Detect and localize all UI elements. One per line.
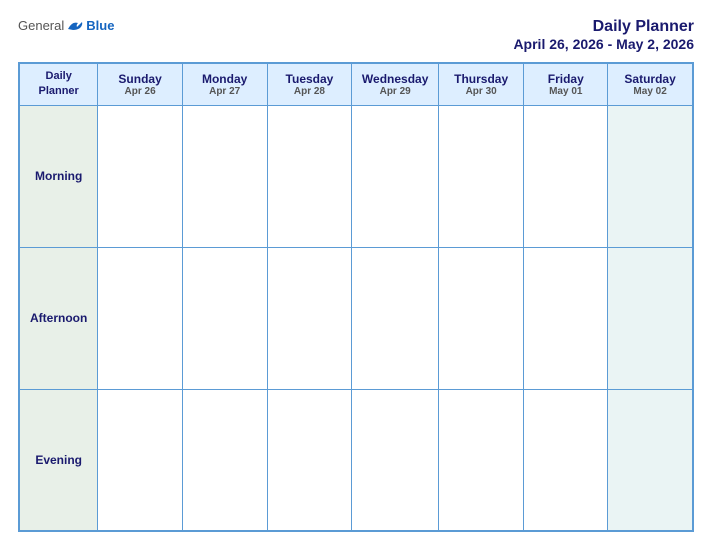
evening-wednesday[interactable] [352,389,439,531]
page-title: Daily Planner [513,18,694,36]
logo-bird-icon [66,19,84,33]
evening-friday[interactable] [524,389,608,531]
header-friday: Friday May 01 [524,63,608,105]
day-date-tuesday: Apr 28 [270,86,350,97]
afternoon-wednesday[interactable] [352,247,439,389]
day-date-sunday: Apr 26 [100,86,180,97]
afternoon-thursday[interactable] [438,247,523,389]
morning-friday[interactable] [524,105,608,247]
header-saturday: Saturday May 02 [608,63,693,105]
day-name-sunday: Sunday [100,72,180,86]
evening-tuesday[interactable] [267,389,352,531]
morning-row: Morning [19,105,693,247]
evening-label: Evening [19,389,98,531]
logo: General Blue [18,18,114,33]
calendar-table: DailyPlanner Sunday Apr 26 Monday Apr 27… [18,62,694,532]
afternoon-row: Afternoon [19,247,693,389]
header-daily-planner: DailyPlanner [19,63,98,105]
afternoon-saturday[interactable] [608,247,693,389]
day-date-wednesday: Apr 29 [354,86,436,97]
day-name-monday: Monday [185,72,265,86]
afternoon-tuesday[interactable] [267,247,352,389]
afternoon-monday[interactable] [182,247,267,389]
header-sunday: Sunday Apr 26 [98,63,183,105]
afternoon-sunday[interactable] [98,247,183,389]
morning-thursday[interactable] [438,105,523,247]
header-thursday: Thursday Apr 30 [438,63,523,105]
day-name-wednesday: Wednesday [354,72,436,86]
day-name-saturday: Saturday [610,72,690,86]
day-name-thursday: Thursday [441,72,521,86]
header-wednesday: Wednesday Apr 29 [352,63,439,105]
morning-wednesday[interactable] [352,105,439,247]
title-area: Daily Planner April 26, 2026 - May 2, 20… [513,18,694,52]
evening-sunday[interactable] [98,389,183,531]
header-tuesday: Tuesday Apr 28 [267,63,352,105]
day-date-friday: May 01 [526,86,605,97]
day-date-monday: Apr 27 [185,86,265,97]
afternoon-label: Afternoon [19,247,98,389]
morning-sunday[interactable] [98,105,183,247]
date-range: April 26, 2026 - May 2, 2026 [513,36,694,52]
header-daily-label: DailyPlanner [38,70,78,97]
evening-saturday[interactable] [608,389,693,531]
day-name-tuesday: Tuesday [270,72,350,86]
day-date-saturday: May 02 [610,86,690,97]
logo-area: General Blue [18,18,114,33]
morning-saturday[interactable] [608,105,693,247]
logo-general-text: General [18,18,64,33]
logo-blue-text: Blue [86,18,114,33]
day-name-friday: Friday [526,72,605,86]
morning-tuesday[interactable] [267,105,352,247]
evening-thursday[interactable] [438,389,523,531]
afternoon-friday[interactable] [524,247,608,389]
evening-monday[interactable] [182,389,267,531]
page-header: General Blue Daily Planner April 26, 202… [18,18,694,52]
morning-monday[interactable] [182,105,267,247]
evening-row: Evening [19,389,693,531]
column-headers: DailyPlanner Sunday Apr 26 Monday Apr 27… [19,63,693,105]
header-monday: Monday Apr 27 [182,63,267,105]
day-date-thursday: Apr 30 [441,86,521,97]
morning-label: Morning [19,105,98,247]
